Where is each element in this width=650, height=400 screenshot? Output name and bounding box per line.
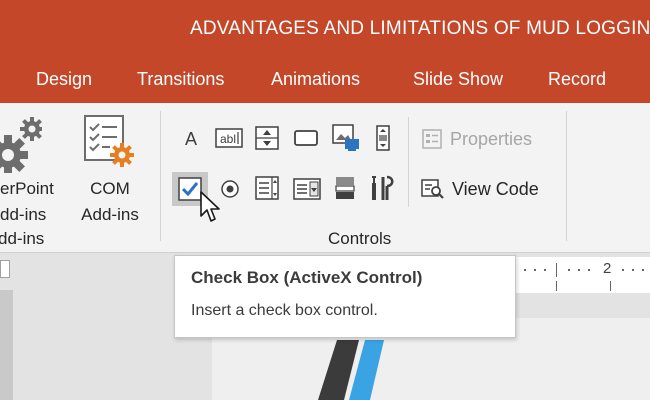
properties-label: Properties	[450, 128, 533, 149]
mouse-cursor-icon	[200, 191, 220, 222]
command-button-icon[interactable]	[293, 125, 319, 151]
tab-design[interactable]: Design	[36, 69, 92, 90]
spin-button-icon[interactable]	[254, 125, 280, 151]
collapse-toggle[interactable]	[0, 260, 10, 278]
textbox-icon[interactable]: abl	[215, 125, 243, 151]
com-addins-icon	[84, 115, 134, 167]
toggle-button-icon[interactable]	[332, 175, 358, 201]
addins-group-label: dd-ins	[0, 229, 45, 248]
image-control-icon[interactable]	[331, 123, 361, 153]
ruler-mark: 2	[603, 260, 612, 277]
combobox-icon[interactable]	[293, 176, 321, 202]
group-divider	[160, 111, 161, 241]
gears-icon	[0, 117, 42, 173]
tab-animations[interactable]: Animations	[271, 69, 360, 90]
thumbnail-pane-edge	[0, 290, 13, 400]
label-icon[interactable]: A	[178, 125, 204, 151]
tab-transitions[interactable]: Transitions	[137, 69, 224, 90]
com-addins-label-line1: COM	[90, 179, 130, 198]
svg-text:A: A	[185, 129, 197, 149]
ribbon-tab-bar: Design Transitions Animations Slide Show…	[0, 60, 650, 103]
window-title: ADVANTAGES AND LIMITATIONS OF MUD LOGGIN…	[190, 18, 650, 39]
controls-inner-divider	[408, 117, 409, 207]
group-divider-right	[566, 111, 567, 241]
com-addins-label-line2: Add-ins	[81, 205, 139, 224]
controls-group-label: Controls	[328, 229, 392, 248]
tooltip-description: Insert a check box control.	[191, 302, 378, 319]
tooltip-title: Check Box (ActiveX Control)	[191, 268, 423, 287]
properties-icon	[422, 129, 442, 149]
scrollbar-icon[interactable]	[370, 125, 396, 151]
view-code-label: View Code	[452, 178, 539, 199]
tooltip: Check Box (ActiveX Control) Insert a che…	[174, 255, 516, 338]
view-code-button[interactable]: View Code	[421, 178, 539, 200]
properties-button[interactable]: Properties	[421, 128, 532, 150]
powerpoint-addins-label-line1: erPoint	[0, 179, 54, 198]
powerpoint-addins-button[interactable]: erPoint dd-ins	[0, 111, 68, 224]
title-bar: ADVANTAGES AND LIMITATIONS OF MUD LOGGIN…	[0, 0, 650, 60]
com-addins-button[interactable]: COM Add-ins	[72, 111, 148, 224]
ribbon: erPoint dd-ins COM Add-ins dd-ins A abl …	[0, 103, 650, 253]
powerpoint-addins-label-line2: dd-ins	[0, 205, 47, 224]
listbox-icon[interactable]	[254, 175, 280, 201]
tab-slide-show[interactable]: Slide Show	[413, 69, 503, 90]
svg-text:abl: abl	[220, 132, 236, 146]
view-code-icon	[421, 179, 444, 199]
tab-record[interactable]: Record	[548, 69, 606, 90]
more-controls-icon[interactable]	[369, 174, 397, 202]
